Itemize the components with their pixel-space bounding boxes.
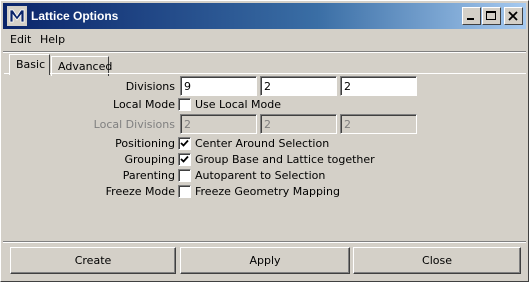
tab-basic[interactable]: Basic <box>9 54 50 75</box>
create-button[interactable]: Create <box>10 247 176 274</box>
apply-button[interactable]: Apply <box>180 247 350 274</box>
maximize-icon <box>486 11 496 20</box>
local-divisions-z-field[interactable]: 2 <box>340 114 417 134</box>
title-bar[interactable]: Lattice Options <box>3 3 526 29</box>
bottom-separator <box>3 241 526 243</box>
menu-help[interactable]: Help <box>40 33 65 46</box>
divisions-y-field[interactable]: 2 <box>260 76 337 96</box>
freeze-mode-checkbox-label[interactable]: Freeze Geometry Mapping <box>195 185 340 198</box>
maximize-button[interactable] <box>482 7 501 25</box>
positioning-label: Positioning <box>115 137 175 150</box>
parenting-checkbox[interactable] <box>178 169 191 182</box>
grouping-checkbox-label[interactable]: Group Base and Lattice together <box>195 153 375 166</box>
window-title: Lattice Options <box>31 9 119 23</box>
checkmark-icon <box>180 139 189 147</box>
menu-separator <box>3 51 526 53</box>
parenting-label: Parenting <box>122 169 175 182</box>
grouping-checkbox[interactable] <box>178 153 191 166</box>
close-icon <box>508 11 518 21</box>
local-mode-checkbox[interactable] <box>178 98 191 111</box>
local-divisions-x-field[interactable]: 2 <box>180 114 257 134</box>
close-button[interactable]: Close <box>353 247 521 274</box>
local-mode-label: Local Mode <box>113 98 175 111</box>
local-divisions-y-field[interactable]: 2 <box>260 114 337 134</box>
local-divisions-label: Local Divisions <box>93 118 175 131</box>
positioning-checkbox-label[interactable]: Center Around Selection <box>195 137 329 150</box>
positioning-checkbox[interactable] <box>178 137 191 150</box>
minimize-icon <box>467 18 474 20</box>
divisions-z-field[interactable]: 2 <box>340 76 417 96</box>
local-mode-checkbox-label[interactable]: Use Local Mode <box>195 98 281 111</box>
freeze-mode-checkbox[interactable] <box>178 185 191 198</box>
menu-bar: Edit Help <box>3 30 526 50</box>
maya-logo-icon <box>7 6 27 26</box>
close-window-button[interactable] <box>504 7 523 25</box>
parenting-checkbox-label[interactable]: Autoparent to Selection <box>195 169 325 182</box>
freeze-mode-label: Freeze Mode <box>105 185 175 198</box>
grouping-label: Grouping <box>124 153 176 166</box>
menu-edit[interactable]: Edit <box>10 33 31 46</box>
checkmark-icon <box>180 155 189 163</box>
lattice-options-window: Lattice Options Edit Help Basic Advanced… <box>0 0 529 282</box>
minimize-button[interactable] <box>462 7 481 25</box>
divisions-label: Divisions <box>125 80 175 93</box>
divisions-x-field[interactable]: 9 <box>180 76 257 96</box>
